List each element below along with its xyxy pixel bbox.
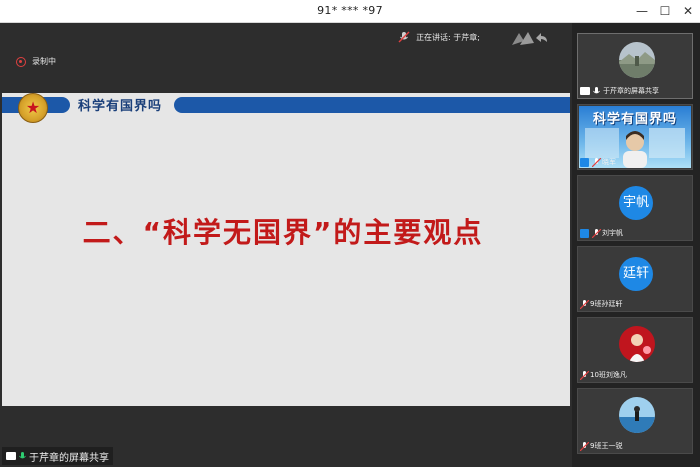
participant-tile[interactable]: 9班王一锐 xyxy=(577,388,693,454)
shared-slide: 科学有国界吗 二、“科学无国界”的主要观点 xyxy=(2,93,570,406)
participant-label: 10班刘逸凡 xyxy=(579,370,627,380)
screen-share-icon xyxy=(6,452,16,460)
participant-name: 晓军 xyxy=(602,158,616,166)
participant-name: 10班刘逸凡 xyxy=(590,371,627,379)
share-bar: 于芹章的屏幕共享 xyxy=(2,447,113,465)
screen-share-icon xyxy=(580,87,590,95)
share-bar-label: 于芹章的屏幕共享 xyxy=(29,452,109,464)
user-icon xyxy=(580,228,589,238)
participant-avatar: 廷轩 xyxy=(619,257,653,291)
maximize-icon[interactable]: ☐ xyxy=(656,3,674,19)
participant-label: 于芹章的屏幕共享 xyxy=(580,86,659,96)
recording-label: 录制中 xyxy=(32,57,56,66)
mic-muted-icon xyxy=(579,370,590,380)
participant-name: 于芹章的屏幕共享 xyxy=(603,87,659,95)
participant-name: 刘宇帆 xyxy=(602,229,623,237)
speaking-indicator: 正在讲话: 于芹章; xyxy=(398,31,480,43)
minimize-icon[interactable]: — xyxy=(633,3,651,19)
mic-muted-icon xyxy=(579,441,590,451)
participant-label: 9班王一锐 xyxy=(579,441,623,451)
slide-header: 科学有国界吗 xyxy=(78,99,163,114)
participant-label: 刘宇帆 xyxy=(580,228,623,238)
speaking-label: 正在讲话: 于芹章; xyxy=(416,32,480,42)
slide-banner-right xyxy=(174,97,570,113)
window-title: 91* *** *97 xyxy=(317,4,383,17)
participant-name: 9班王一锐 xyxy=(590,442,623,450)
slide-main-text: 二、“科学无国界”的主要观点 xyxy=(82,216,484,249)
participant-label: 9班孙廷轩 xyxy=(579,299,623,309)
main-stage: 正在讲话: 于芹章; 录制中 科学有国界吗 二、“科学无国界”的主要观点 xyxy=(0,23,572,467)
close-icon[interactable]: ✕ xyxy=(679,3,697,19)
window-titlebar: 91* *** *97 — ☐ ✕ xyxy=(0,0,700,23)
participant-label: 晓军 xyxy=(580,157,616,167)
emblem-icon xyxy=(18,93,48,123)
participant-tile[interactable]: 科学有国界吗 晓军 xyxy=(577,104,693,170)
mic-icon xyxy=(593,86,600,96)
user-icon xyxy=(580,157,589,167)
participant-name: 9班孙廷轩 xyxy=(590,300,623,308)
layout-icon[interactable] xyxy=(510,29,550,47)
participant-tile[interactable]: 廷轩 9班孙廷轩 xyxy=(577,246,693,312)
mic-muted-icon xyxy=(591,228,602,238)
participant-tile[interactable]: 于芹章的屏幕共享 xyxy=(577,33,693,99)
participant-avatar: 宇帆 xyxy=(619,186,653,220)
participant-avatar xyxy=(619,326,655,362)
participant-avatar xyxy=(619,42,655,78)
recording-icon xyxy=(16,56,26,67)
mic-muted-icon xyxy=(579,299,590,309)
participant-sidebar: 于芹章的屏幕共享 科学有国界吗 晓军 宇帆 刘宇帆 廷轩 9班孙廷轩 10班刘逸… xyxy=(572,23,700,467)
mic-muted-icon xyxy=(398,31,410,43)
participant-avatar xyxy=(619,397,655,433)
participant-tile[interactable]: 宇帆 刘宇帆 xyxy=(577,175,693,241)
mic-muted-icon xyxy=(591,157,602,167)
mic-icon xyxy=(19,451,26,461)
recording-status: 录制中 xyxy=(16,56,56,67)
participant-tile[interactable]: 10班刘逸凡 xyxy=(577,317,693,383)
